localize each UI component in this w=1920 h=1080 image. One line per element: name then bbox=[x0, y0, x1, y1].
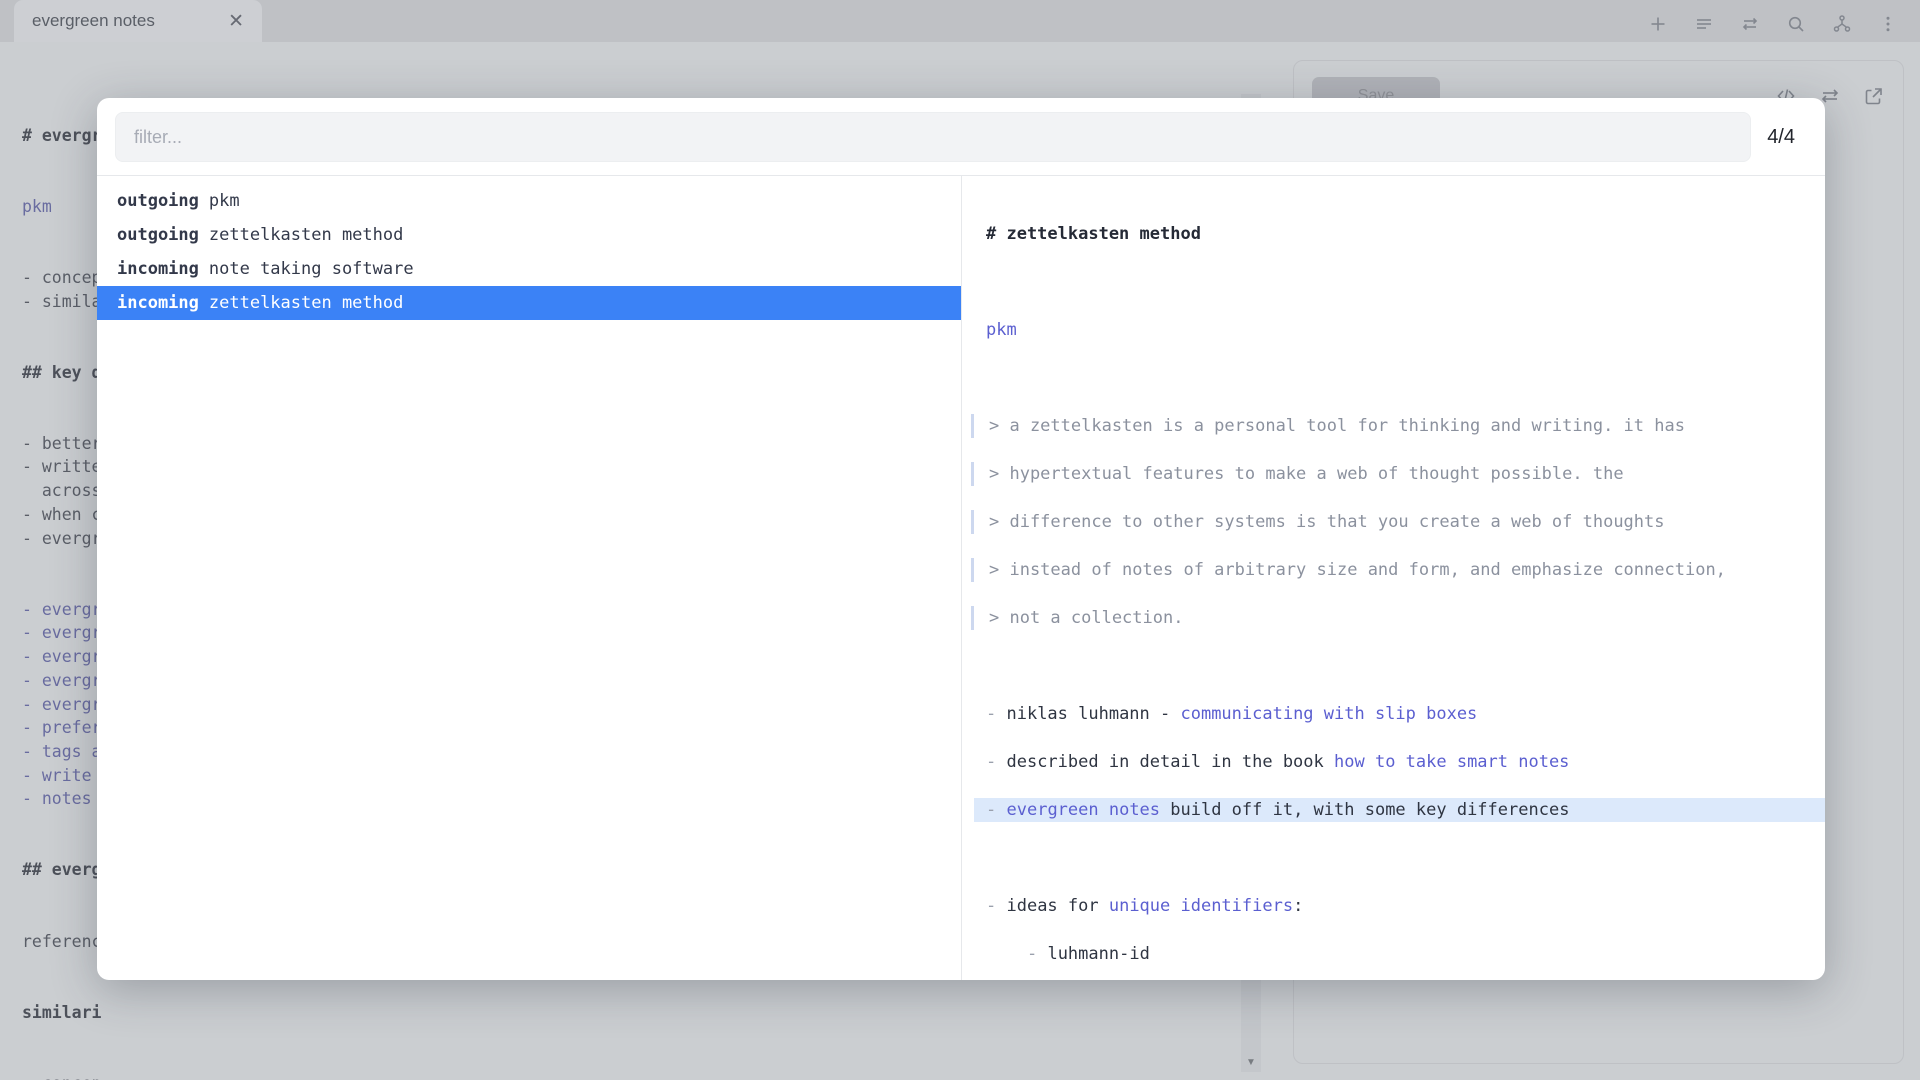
preview-quote-line: > not a collection. bbox=[971, 606, 1825, 630]
preview-bullet-ideas: - ideas for unique identifiers: bbox=[974, 894, 1825, 918]
preview-quote-line: > a zettelkasten is a personal tool for … bbox=[971, 414, 1825, 438]
bullet-text-1a: described in detail in the book bbox=[996, 752, 1334, 772]
bullet-dash: - bbox=[986, 896, 996, 916]
result-title: zettelkasten method bbox=[209, 225, 403, 245]
bullet-link-1[interactable]: how to take smart notes bbox=[1334, 752, 1569, 772]
preview-bullet: - described in detail in the book how to… bbox=[974, 750, 1825, 774]
bullet-text-2a bbox=[996, 800, 1006, 820]
list-item[interactable]: incoming note taking software bbox=[97, 252, 961, 286]
bullet-dash: - bbox=[1027, 944, 1037, 964]
preview-blank bbox=[974, 846, 1825, 870]
preview-sub-bullet: - luhmann-id bbox=[974, 942, 1825, 966]
bullet-link-0[interactable]: communicating with slip boxes bbox=[1180, 704, 1477, 724]
preview-blank bbox=[974, 270, 1825, 294]
sub-bullet-label: luhmann-id bbox=[1047, 944, 1149, 964]
ideas-link[interactable]: unique identifiers bbox=[1109, 896, 1293, 916]
bullet-text-0a: niklas luhmann - bbox=[996, 704, 1180, 724]
bullet-dash: - bbox=[986, 704, 996, 724]
preview-quote-line: > difference to other systems is that yo… bbox=[971, 510, 1825, 534]
result-kind: incoming bbox=[117, 259, 199, 279]
modal-body: outgoing pkm outgoing zettelkasten metho… bbox=[97, 175, 1825, 980]
preview-blank bbox=[974, 366, 1825, 390]
note-preview-text: # zettelkasten method pkm > a zettelkast… bbox=[962, 198, 1825, 980]
preview-quote-line: > hypertextual features to make a web of… bbox=[971, 462, 1825, 486]
filter-input[interactable] bbox=[115, 112, 1751, 162]
result-title: note taking software bbox=[209, 259, 414, 279]
results-list[interactable]: outgoing pkm outgoing zettelkasten metho… bbox=[97, 176, 962, 980]
list-item[interactable]: outgoing zettelkasten method bbox=[97, 218, 961, 252]
preview-heading: # zettelkasten method bbox=[974, 222, 1825, 246]
ideas-text-a: ideas for bbox=[996, 896, 1109, 916]
bullet-link-2[interactable]: evergreen notes bbox=[1007, 800, 1161, 820]
result-counter: 4/4 bbox=[1767, 126, 1807, 149]
modal-header: 4/4 bbox=[97, 98, 1825, 175]
app-window: evergreen notes ✕ bbox=[0, 0, 1920, 1080]
preview-blank bbox=[974, 654, 1825, 678]
link-browser-modal: 4/4 outgoing pkm outgoing zettelkasten m… bbox=[97, 98, 1825, 980]
ideas-text-b: : bbox=[1293, 896, 1303, 916]
preview-bullet-highlighted: - evergreen notes build off it, with som… bbox=[974, 798, 1825, 822]
preview-bullet: - niklas luhmann - communicating with sl… bbox=[974, 702, 1825, 726]
note-preview: # zettelkasten method pkm > a zettelkast… bbox=[962, 176, 1825, 980]
result-kind: outgoing bbox=[117, 191, 199, 211]
list-item-selected[interactable]: incoming zettelkasten method bbox=[97, 286, 961, 320]
result-title: pkm bbox=[209, 191, 240, 211]
preview-quote-line: > instead of notes of arbitrary size and… bbox=[971, 558, 1825, 582]
preview-tag[interactable]: pkm bbox=[974, 318, 1825, 342]
bullet-dash: - bbox=[986, 752, 996, 772]
bullet-dash: - bbox=[986, 800, 996, 820]
result-kind: outgoing bbox=[117, 225, 199, 245]
list-item[interactable]: outgoing pkm bbox=[97, 184, 961, 218]
result-kind: incoming bbox=[117, 293, 199, 313]
result-title: zettelkasten method bbox=[209, 293, 403, 313]
bullet-text-2b: build off it, with some key differences bbox=[1160, 800, 1569, 820]
